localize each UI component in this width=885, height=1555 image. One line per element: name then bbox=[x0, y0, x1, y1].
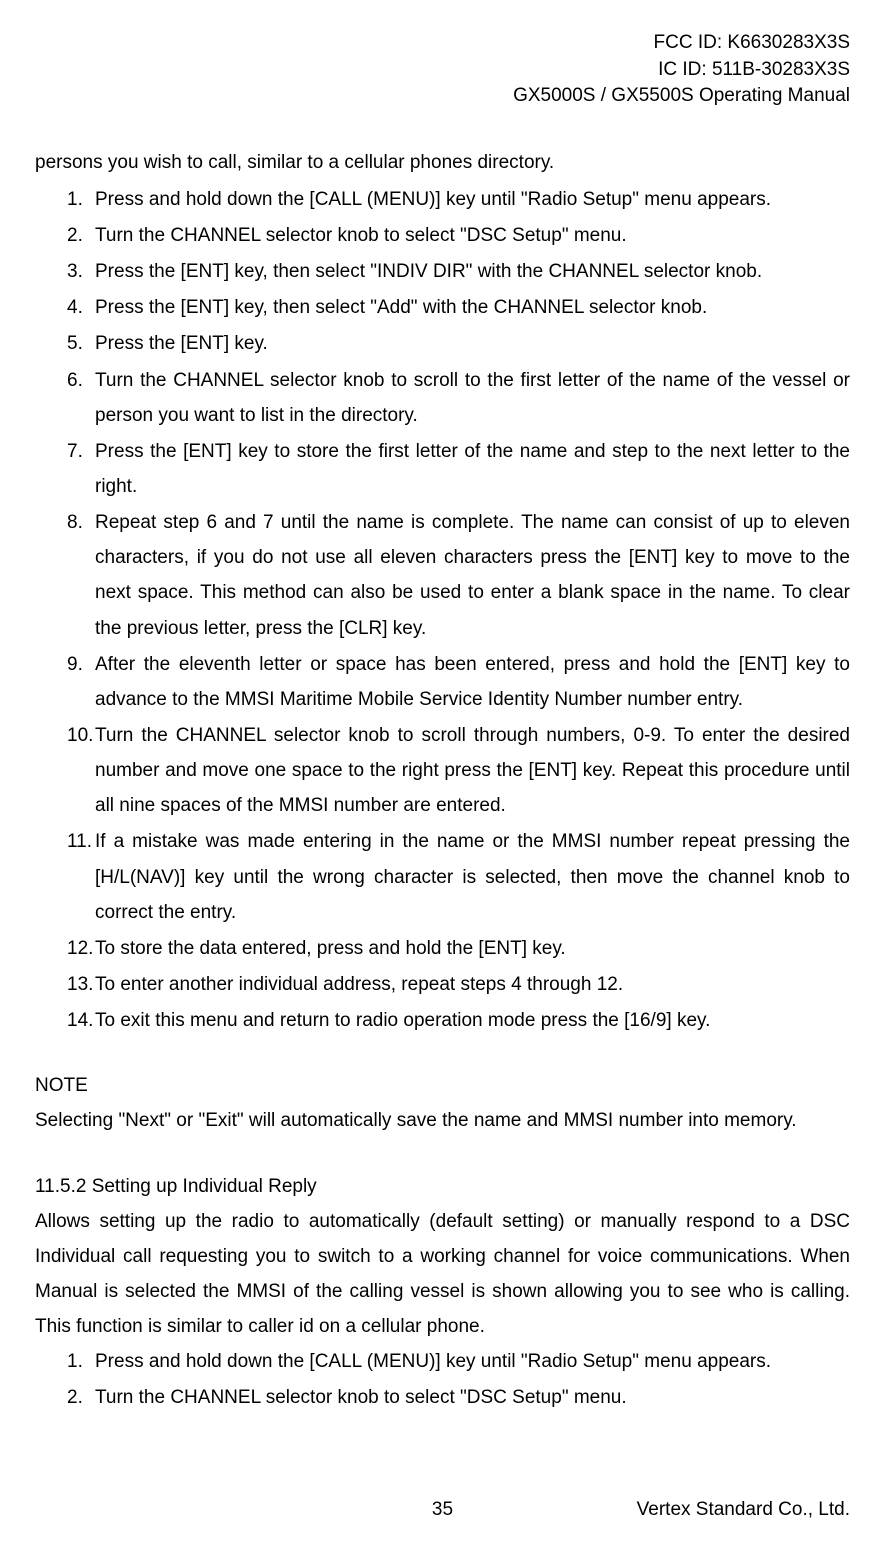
step-text: Turn the CHANNEL selector knob to scroll… bbox=[95, 718, 850, 823]
step-text: If a mistake was made entering in the na… bbox=[95, 824, 850, 929]
step-number: 13. bbox=[67, 967, 95, 1002]
steps-list-2: 1.Press and hold down the [CALL (MENU)] … bbox=[35, 1344, 850, 1415]
step-text: To enter another individual address, rep… bbox=[95, 967, 850, 1002]
list-item: 8.Repeat step 6 and 7 until the name is … bbox=[67, 505, 850, 646]
step-number: 12. bbox=[67, 931, 95, 966]
section-text: Allows setting up the radio to automatic… bbox=[35, 1204, 850, 1345]
page-number: 35 bbox=[432, 1492, 453, 1527]
step-text: Press the [ENT] key. bbox=[95, 326, 850, 361]
list-item: 12.To store the data entered, press and … bbox=[67, 931, 850, 966]
list-item: 1.Press and hold down the [CALL (MENU)] … bbox=[67, 182, 850, 217]
step-text: Press the [ENT] key to store the first l… bbox=[95, 434, 850, 504]
step-number: 11. bbox=[67, 824, 95, 929]
list-item: 14.To exit this menu and return to radio… bbox=[67, 1003, 850, 1038]
step-text: Turn the CHANNEL selector knob to select… bbox=[95, 1380, 850, 1415]
list-item: 4.Press the [ENT] key, then select "Add"… bbox=[67, 290, 850, 325]
step-number: 1. bbox=[67, 1344, 95, 1379]
step-text: Press and hold down the [CALL (MENU)] ke… bbox=[95, 182, 850, 217]
step-number: 10. bbox=[67, 718, 95, 823]
list-item: 13.To enter another individual address, … bbox=[67, 967, 850, 1002]
step-text: Repeat step 6 and 7 until the name is co… bbox=[95, 505, 850, 646]
note-text: Selecting "Next" or "Exit" will automati… bbox=[35, 1103, 850, 1138]
fcc-id: FCC ID: K6630283X3S bbox=[35, 30, 850, 57]
intro-text: persons you wish to call, similar to a c… bbox=[35, 145, 850, 180]
list-item: 7.Press the [ENT] key to store the first… bbox=[67, 434, 850, 504]
step-text: Press the [ENT] key, then select "INDIV … bbox=[95, 254, 850, 289]
step-text: To store the data entered, press and hol… bbox=[95, 931, 850, 966]
step-number: 2. bbox=[67, 218, 95, 253]
step-number: 5. bbox=[67, 326, 95, 361]
step-number: 8. bbox=[67, 505, 95, 646]
company-name: Vertex Standard Co., Ltd. bbox=[637, 1492, 850, 1527]
step-text: Turn the CHANNEL selector knob to scroll… bbox=[95, 363, 850, 433]
document-header: FCC ID: K6630283X3S IC ID: 511B-30283X3S… bbox=[35, 30, 850, 110]
section-heading: 11.5.2 Setting up Individual Reply bbox=[35, 1169, 850, 1204]
step-number: 9. bbox=[67, 647, 95, 717]
list-item: 5.Press the [ENT] key. bbox=[67, 326, 850, 361]
step-number: 2. bbox=[67, 1380, 95, 1415]
step-number: 1. bbox=[67, 182, 95, 217]
step-text: To exit this menu and return to radio op… bbox=[95, 1003, 850, 1038]
list-item: 3.Press the [ENT] key, then select "INDI… bbox=[67, 254, 850, 289]
steps-list-1: 1.Press and hold down the [CALL (MENU)] … bbox=[35, 182, 850, 1038]
note-heading: NOTE bbox=[35, 1068, 850, 1103]
list-item: 2.Turn the CHANNEL selector knob to sele… bbox=[67, 1380, 850, 1415]
step-number: 6. bbox=[67, 363, 95, 433]
list-item: 10.Turn the CHANNEL selector knob to scr… bbox=[67, 718, 850, 823]
list-item: 6.Turn the CHANNEL selector knob to scro… bbox=[67, 363, 850, 433]
step-number: 14. bbox=[67, 1003, 95, 1038]
step-number: 3. bbox=[67, 254, 95, 289]
step-text: Press and hold down the [CALL (MENU)] ke… bbox=[95, 1344, 850, 1379]
model-title: GX5000S / GX5500S Operating Manual bbox=[35, 83, 850, 110]
step-number: 4. bbox=[67, 290, 95, 325]
step-text: Press the [ENT] key, then select "Add" w… bbox=[95, 290, 850, 325]
step-text: After the eleventh letter or space has b… bbox=[95, 647, 850, 717]
list-item: 11.If a mistake was made entering in the… bbox=[67, 824, 850, 929]
list-item: 1.Press and hold down the [CALL (MENU)] … bbox=[67, 1344, 850, 1379]
ic-id: IC ID: 511B-30283X3S bbox=[35, 57, 850, 84]
step-number: 7. bbox=[67, 434, 95, 504]
step-text: Turn the CHANNEL selector knob to select… bbox=[95, 218, 850, 253]
document-footer: 35 Vertex Standard Co., Ltd. bbox=[35, 1492, 850, 1527]
list-item: 2.Turn the CHANNEL selector knob to sele… bbox=[67, 218, 850, 253]
list-item: 9.After the eleventh letter or space has… bbox=[67, 647, 850, 717]
